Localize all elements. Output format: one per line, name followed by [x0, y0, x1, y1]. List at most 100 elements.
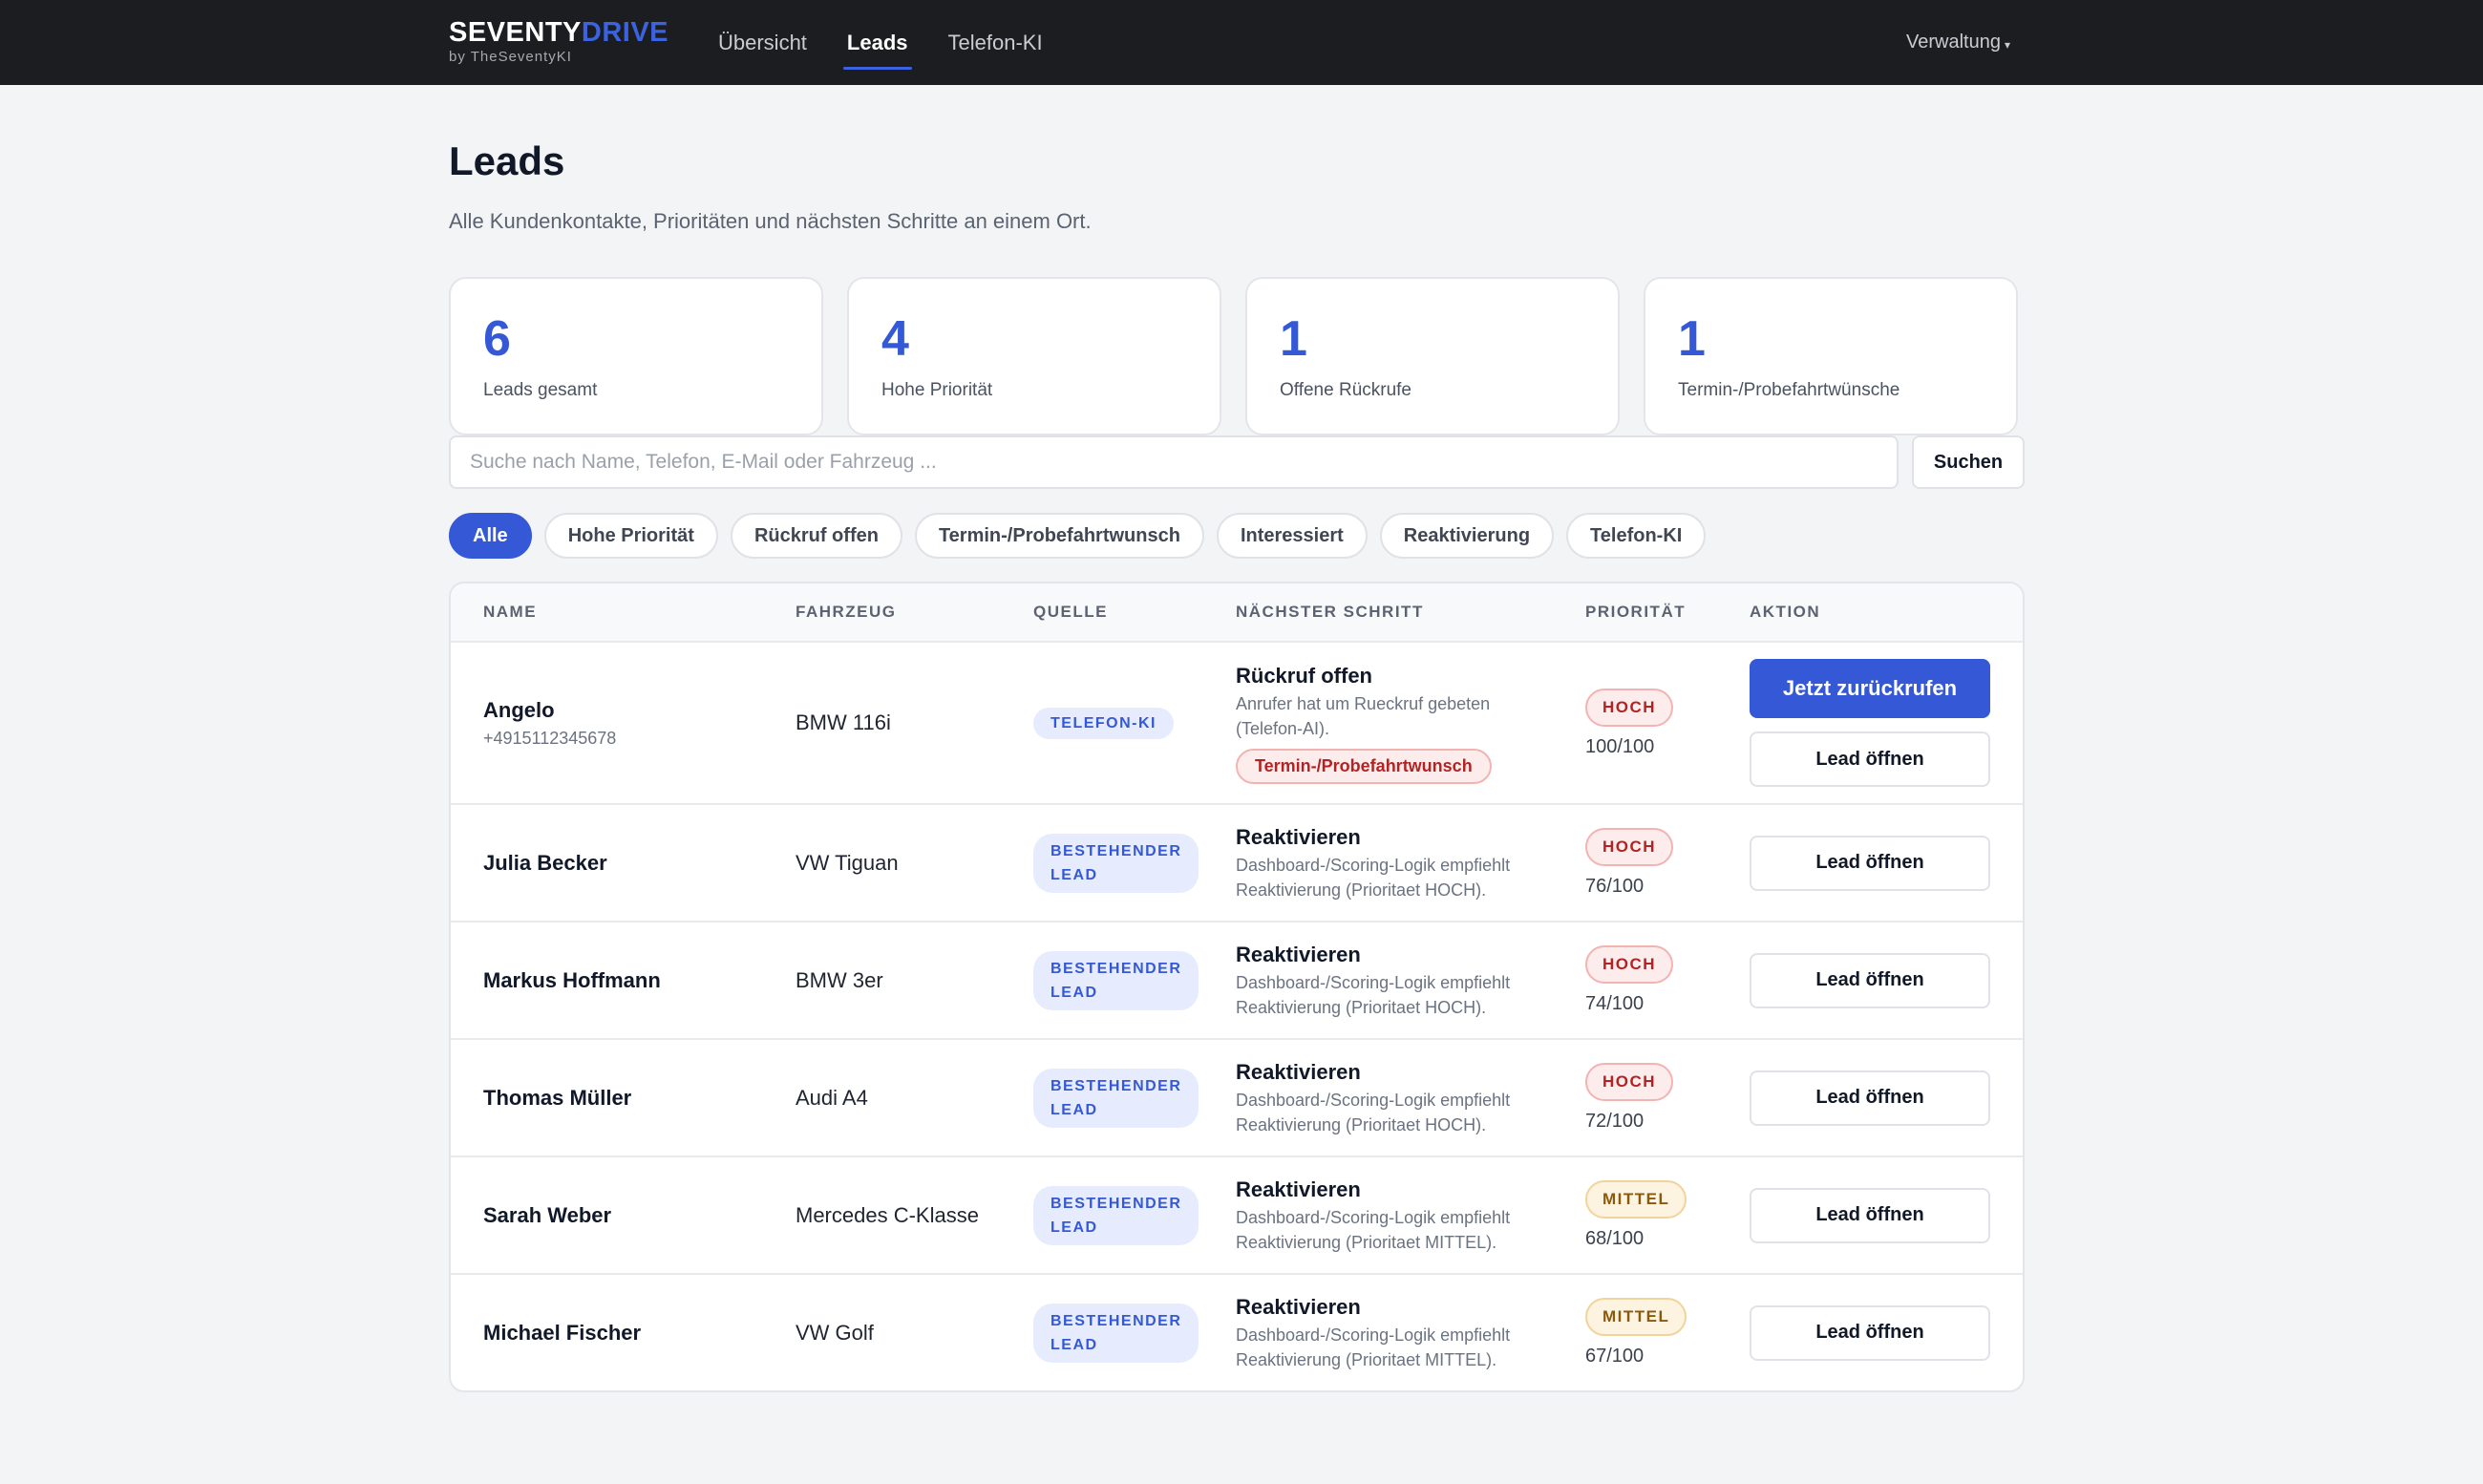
next-step-title: Reaktivieren: [1236, 1294, 1361, 1319]
action-cell: Jetzt zurückrufen Lead öffnen: [1750, 643, 1990, 803]
next-step-description-line: Reaktivierung (Prioritaet HOCH).: [1236, 880, 1487, 900]
stat-card-total: 6 Leads gesamt: [449, 277, 823, 435]
source-badge-line: LEAD: [1050, 1101, 1098, 1118]
lead-score: 100/100: [1585, 735, 1655, 757]
main-content: Leads Alle Kundenkontakte, Prioritäten u…: [449, 85, 2025, 1392]
next-step-description-line: Reaktivierung (Prioritaet HOCH).: [1236, 997, 1487, 1017]
main-nav: Übersicht Leads Telefon-KI: [718, 0, 1083, 85]
appointment-tag: Termin-/Probefahrtwunsch: [1236, 748, 1492, 784]
table-row: Markus Hoffmann BMW 3er BESTEHENDER LEAD…: [451, 922, 2023, 1040]
lead-score: 76/100: [1585, 876, 1645, 897]
lead-score: 72/100: [1585, 1111, 1645, 1132]
action-cell: Lead öffnen: [1750, 1157, 1990, 1273]
source-badge-line: LEAD: [1050, 984, 1098, 1001]
next-step-title: Reaktivieren: [1236, 1059, 1361, 1084]
next-step-title: Reaktivieren: [1236, 824, 1361, 849]
source-badge-line: LEAD: [1050, 866, 1098, 883]
search-button[interactable]: Suchen: [1912, 435, 2025, 489]
open-lead-button[interactable]: Lead öffnen: [1750, 952, 1990, 1008]
next-step-description: Dashboard-/Scoring-Logik empfiehlt Reakt…: [1236, 1205, 1510, 1255]
stat-value: 1: [1678, 311, 1706, 367]
priority-badge: HOCH: [1585, 688, 1674, 727]
lead-name-cell: Sarah Weber: [483, 1157, 611, 1273]
next-step-cell: Reaktivieren Dashboard-/Scoring-Logik em…: [1236, 922, 1510, 1038]
open-lead-button[interactable]: Lead öffnen: [1750, 1070, 1990, 1126]
next-step-description-line: Reaktivierung (Prioritaet MITTEL).: [1236, 1349, 1497, 1369]
source-badge: BESTEHENDER LEAD: [1033, 1068, 1199, 1128]
lead-name-cell: Julia Becker: [483, 805, 607, 921]
lead-vehicle-cell: Mercedes C-Klasse: [796, 1157, 979, 1273]
priority-cell: HOCH 74/100: [1585, 922, 1674, 1038]
next-step-description-line: Dashboard-/Scoring-Logik empfiehlt: [1236, 1325, 1511, 1345]
filter-chip-reaktivierung[interactable]: Reaktivierung: [1379, 513, 1555, 559]
lead-name-cell: Angelo +4915112345678: [483, 643, 616, 803]
open-lead-button[interactable]: Lead öffnen: [1750, 731, 1990, 787]
lead-vehicle-cell: BMW 3er: [796, 922, 883, 1038]
source-badge-line: LEAD: [1050, 1219, 1098, 1236]
lead-vehicle-cell: BMW 116i: [796, 643, 891, 803]
nav-item-telefon-ki[interactable]: Telefon-KI: [948, 0, 1043, 85]
source-badge: BESTEHENDER LEAD: [1033, 833, 1199, 893]
next-step-description: Anrufer hat um Rueckruf gebeten (Telefon…: [1236, 691, 1492, 741]
priority-cell: HOCH 76/100: [1585, 805, 1674, 921]
next-step-description-line: Dashboard-/Scoring-Logik empfiehlt: [1236, 1090, 1511, 1110]
lead-name-cell: Michael Fischer: [483, 1275, 641, 1390]
priority-badge: HOCH: [1585, 828, 1674, 866]
call-back-button[interactable]: Jetzt zurückrufen: [1750, 659, 1990, 718]
lead-vehicle-cell: VW Tiguan: [796, 805, 899, 921]
lead-source-cell: TELEFON-KI: [1033, 643, 1174, 803]
nav-item-leads[interactable]: Leads: [842, 0, 912, 85]
action-cell: Lead öffnen: [1750, 805, 1990, 921]
open-lead-button[interactable]: Lead öffnen: [1750, 1304, 1990, 1361]
priority-cell: MITTEL 68/100: [1585, 1157, 1687, 1273]
filter-chip-alle[interactable]: Alle: [449, 513, 532, 559]
stat-label: Termin-/Probefahrtwünsche: [1678, 380, 1900, 400]
lead-name-cell: Thomas Müller: [483, 1040, 631, 1155]
page-title: Leads: [449, 138, 565, 183]
source-badge: TELEFON-KI: [1033, 707, 1174, 739]
filter-chip-hohe-prioritaet[interactable]: Hohe Priorität: [543, 513, 718, 559]
priority-badge: MITTEL: [1585, 1298, 1687, 1336]
lead-vehicle: BMW 3er: [796, 967, 883, 992]
next-step-cell: Rückruf offen Anrufer hat um Rueckruf ge…: [1236, 643, 1492, 803]
action-cell: Lead öffnen: [1750, 1040, 1990, 1155]
brand-subtitle: by TheSeventyKI: [449, 49, 572, 65]
brand-name-accent: DRIVE: [581, 17, 669, 48]
lead-name: Angelo: [483, 697, 555, 722]
next-step-title: Reaktivieren: [1236, 1177, 1361, 1201]
filter-chip-telefon-ki[interactable]: Telefon-KI: [1566, 513, 1707, 559]
table-row: Julia Becker VW Tiguan BESTEHENDER LEAD …: [451, 805, 2023, 922]
leads-table: NAME FAHRZEUG QUELLE NÄCHSTER SCHRITT PR…: [449, 582, 2025, 1392]
stat-value: 6: [483, 311, 511, 367]
lead-vehicle: Mercedes C-Klasse: [796, 1202, 979, 1227]
filter-chip-termin-probefahrt[interactable]: Termin-/Probefahrtwunsch: [914, 513, 1204, 559]
lead-vehicle: VW Tiguan: [796, 850, 899, 875]
lead-source-cell: BESTEHENDER LEAD: [1033, 1040, 1199, 1155]
page-subtitle: Alle Kundenkontakte, Prioritäten und näc…: [449, 209, 1092, 233]
next-step-cell: Reaktivieren Dashboard-/Scoring-Logik em…: [1236, 1157, 1510, 1273]
admin-menu[interactable]: Verwaltung ▾: [1906, 0, 2010, 85]
search-input[interactable]: [449, 435, 1899, 489]
priority-badge: HOCH: [1585, 1063, 1674, 1101]
table-header: NAME FAHRZEUG QUELLE NÄCHSTER SCHRITT PR…: [451, 583, 2023, 643]
stat-value: 1: [1280, 311, 1307, 367]
filter-chip-rueckruf-offen[interactable]: Rückruf offen: [730, 513, 902, 559]
table-row: Michael Fischer VW Golf BESTEHENDER LEAD…: [451, 1275, 2023, 1390]
source-badge: BESTEHENDER LEAD: [1033, 1185, 1199, 1245]
next-step-title: Rückruf offen: [1236, 663, 1372, 688]
priority-cell: HOCH 72/100: [1585, 1040, 1674, 1155]
next-step-title: Reaktivieren: [1236, 942, 1361, 966]
lead-source-cell: BESTEHENDER LEAD: [1033, 805, 1199, 921]
open-lead-button[interactable]: Lead öffnen: [1750, 835, 1990, 891]
lead-vehicle: BMW 116i: [796, 710, 891, 734]
filter-chip-interessiert[interactable]: Interessiert: [1216, 513, 1368, 559]
brand-logo[interactable]: SEVENTYDRIVE by TheSeventyKI: [449, 16, 668, 66]
column-header-name: NAME: [483, 603, 538, 621]
lead-name: Markus Hoffmann: [483, 967, 661, 992]
source-badge-line: BESTEHENDER: [1050, 1195, 1182, 1212]
open-lead-button[interactable]: Lead öffnen: [1750, 1187, 1990, 1243]
lead-vehicle-cell: Audi A4: [796, 1040, 868, 1155]
source-badge: BESTEHENDER LEAD: [1033, 950, 1199, 1010]
nav-item-uebersicht[interactable]: Übersicht: [718, 0, 807, 85]
lead-score: 68/100: [1585, 1228, 1645, 1249]
